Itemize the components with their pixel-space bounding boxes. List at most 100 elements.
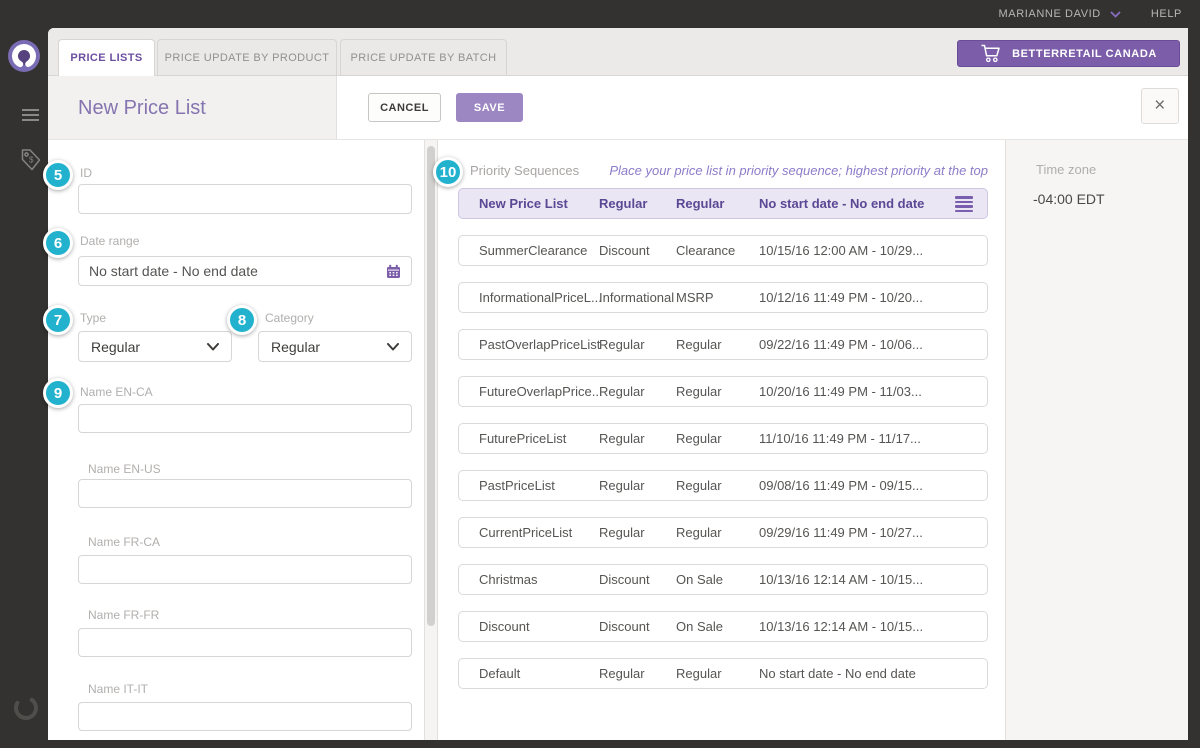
price-list-category: On Sale (676, 572, 759, 587)
price-list-type: Discount (599, 243, 676, 258)
date-range-label: Date range (80, 234, 139, 248)
price-list-row[interactable]: PastPriceListRegularRegular09/08/16 11:4… (458, 470, 988, 501)
store-name: BETTERRETAIL CANADA (1012, 48, 1157, 60)
price-list-name: FuturePriceList (479, 431, 599, 446)
name-en-us-label: Name EN-US (88, 462, 161, 476)
price-list-row[interactable]: InformationalPriceL...InformationalMSRP1… (458, 282, 988, 313)
store-selector-button[interactable]: BETTERRETAIL CANADA (957, 40, 1180, 67)
category-label: Category (265, 311, 314, 325)
price-list-dates: 10/15/16 12:00 AM - 10/29... (759, 243, 987, 258)
price-list-name: New Price List (479, 196, 599, 211)
price-list-type: Regular (599, 525, 676, 540)
step-badge-5: 5 (43, 160, 73, 190)
step-badge-7: 7 (43, 305, 73, 335)
form-scrollbar-thumb[interactable] (427, 146, 435, 626)
price-list-row[interactable]: FuturePriceListRegularRegular11/10/16 11… (458, 423, 988, 454)
calendar-icon[interactable] (386, 264, 401, 279)
brand-logo-icon[interactable] (7, 39, 41, 73)
svg-text:$: $ (29, 156, 34, 165)
id-label: ID (80, 166, 92, 180)
price-list-type: Regular (599, 196, 676, 211)
price-list-name: Discount (479, 619, 599, 634)
name-fr-fr-label: Name FR-FR (88, 608, 159, 622)
help-link[interactable]: HELP (1151, 8, 1182, 20)
step-badge-10: 10 (433, 157, 463, 187)
step-badge-6: 6 (43, 228, 73, 258)
name-fr-fr-input[interactable] (78, 628, 412, 657)
chevron-down-icon (387, 343, 399, 351)
step-badge-9: 9 (43, 378, 73, 408)
tab-price-update-by-batch[interactable]: PRICE UPDATE BY BATCH (340, 39, 507, 76)
info-panel: Time zone -04:00 EDT (1005, 140, 1188, 740)
price-list-dates: No start date - No end date (759, 666, 987, 681)
price-list-type: Regular (599, 384, 676, 399)
form-scrollbar-track[interactable] (424, 140, 438, 740)
price-list-dates: 10/12/16 11:49 PM - 10/20... (759, 290, 987, 305)
price-list-category: Regular (676, 478, 759, 493)
price-list-category: Regular (676, 196, 759, 211)
category-selected-value: Regular (271, 339, 320, 355)
name-en-us-input[interactable] (78, 479, 412, 508)
price-list-type: Informational (599, 290, 676, 305)
priority-sequence-list: New Price ListRegularRegularNo start dat… (458, 188, 988, 705)
price-list-row[interactable]: CurrentPriceListRegularRegular09/29/16 1… (458, 517, 988, 548)
price-list-row[interactable]: ChristmasDiscountOn Sale10/13/16 12:14 A… (458, 564, 988, 595)
price-list-row[interactable]: DiscountDiscountOn Sale10/13/16 12:14 AM… (458, 611, 988, 642)
price-tag-icon[interactable]: $ (19, 147, 43, 173)
user-menu[interactable]: MARIANNE DAVID (999, 8, 1121, 20)
timezone-label: Time zone (1036, 162, 1096, 177)
price-list-name: PastPriceList (479, 478, 599, 493)
name-fr-ca-input[interactable] (78, 555, 412, 584)
user-name: MARIANNE DAVID (999, 8, 1101, 20)
category-select[interactable]: Regular (258, 331, 412, 362)
type-label: Type (80, 311, 106, 325)
price-list-name: SummerClearance (479, 243, 599, 258)
price-list-dates: 09/22/16 11:49 PM - 10/06... (759, 337, 987, 352)
price-list-category: Regular (676, 666, 759, 681)
name-it-it-label: Name IT-IT (88, 682, 148, 696)
chevron-down-icon (1110, 11, 1121, 18)
drag-handle-icon[interactable] (955, 196, 973, 214)
price-list-name: Christmas (479, 572, 599, 587)
price-list-type: Discount (599, 619, 676, 634)
tab-price-lists[interactable]: PRICE LISTS (58, 39, 155, 76)
price-list-row[interactable]: New Price ListRegularRegularNo start dat… (458, 188, 988, 219)
price-list-dates: 10/20/16 11:49 PM - 11/03... (759, 384, 987, 399)
price-list-dates: 09/08/16 11:49 PM - 09/15... (759, 478, 987, 493)
name-fr-ca-label: Name FR-CA (88, 535, 160, 549)
close-button[interactable]: × (1141, 88, 1179, 124)
price-list-dates: 10/13/16 12:14 AM - 10/15... (759, 572, 987, 587)
price-list-type: Regular (599, 478, 676, 493)
price-list-row[interactable]: DefaultRegularRegularNo start date - No … (458, 658, 988, 689)
cancel-button[interactable]: CANCEL (368, 93, 441, 122)
price-list-category: Clearance (676, 243, 759, 258)
price-list-dates: 11/10/16 11:49 PM - 11/17... (759, 431, 987, 446)
price-list-row[interactable]: FutureOverlapPrice...RegularRegular10/20… (458, 376, 988, 407)
price-list-category: On Sale (676, 619, 759, 634)
top-bar: MARIANNE DAVID HELP (0, 0, 1200, 28)
page-title: New Price List (78, 97, 206, 120)
tab-price-update-by-product[interactable]: PRICE UPDATE BY PRODUCT (157, 39, 337, 76)
price-list-category: Regular (676, 431, 759, 446)
price-list-row[interactable]: PastOverlapPriceListRegularRegular09/22/… (458, 329, 988, 360)
step-badge-8: 8 (227, 305, 257, 335)
price-list-row[interactable]: SummerClearanceDiscountClearance10/15/16… (458, 235, 988, 266)
name-en-ca-input[interactable] (78, 404, 412, 433)
priority-sequences-note: Place your price list in priority sequen… (560, 163, 988, 178)
refresh-spinner-icon[interactable] (11, 693, 41, 723)
price-list-category: MSRP (676, 290, 759, 305)
date-range-input[interactable]: No start date - No end date (78, 256, 412, 286)
save-button[interactable]: SAVE (456, 93, 523, 122)
price-list-dates: No start date - No end date (759, 196, 987, 211)
type-select[interactable]: Regular (78, 331, 232, 362)
price-list-name: CurrentPriceList (479, 525, 599, 540)
price-list-name: FutureOverlapPrice... (479, 384, 599, 399)
menu-icon[interactable] (22, 109, 39, 124)
price-list-name: Default (479, 666, 599, 681)
id-input[interactable] (78, 184, 412, 214)
price-list-category: Regular (676, 384, 759, 399)
cart-icon (980, 44, 1001, 63)
price-list-dates: 09/29/16 11:49 PM - 10/27... (759, 525, 987, 540)
name-it-it-input[interactable] (78, 702, 412, 731)
price-list-name: InformationalPriceL... (479, 290, 599, 305)
